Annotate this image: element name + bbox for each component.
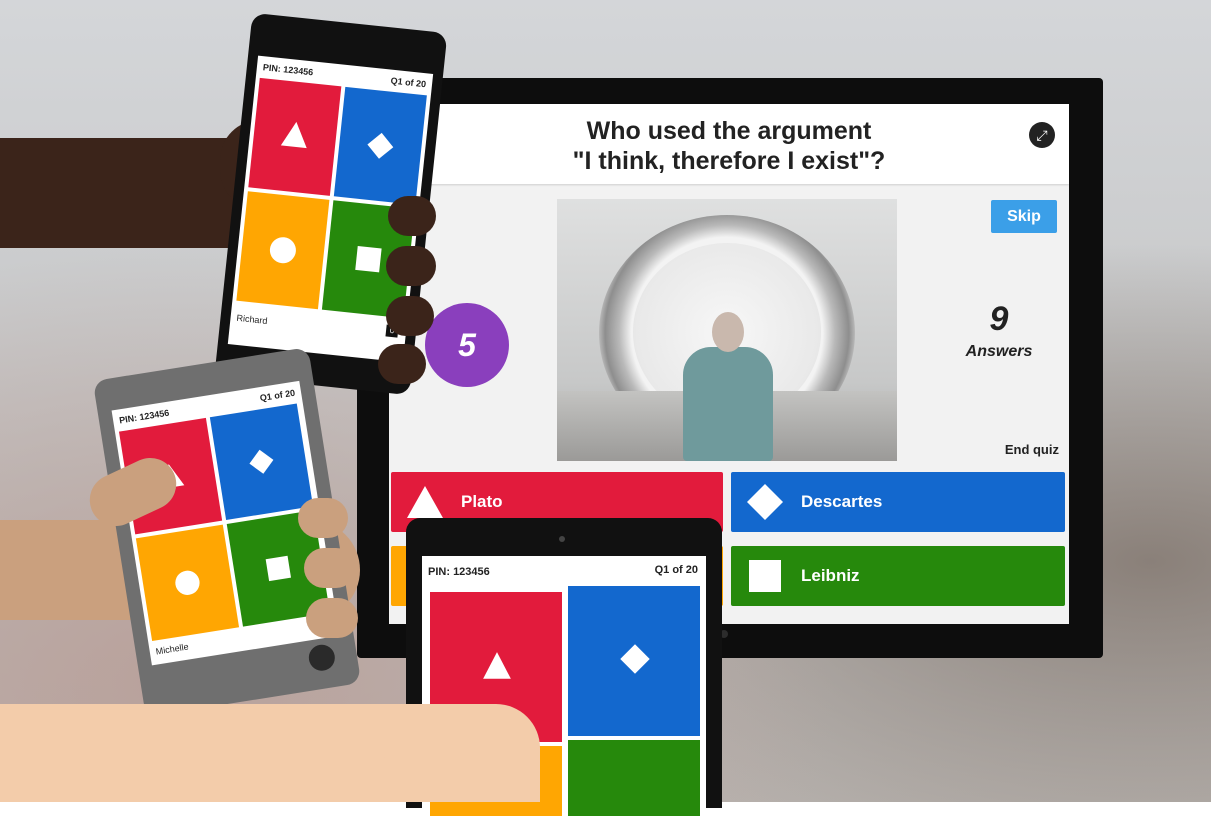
square-icon <box>749 560 781 592</box>
pin-value: 123456 <box>453 566 490 578</box>
answer-label: Descartes <box>801 492 883 511</box>
pin-label: PIN: 123456 <box>118 407 170 426</box>
diamond-icon <box>620 644 650 674</box>
question-progress: Q1 of 20 <box>390 75 427 90</box>
answer-label: Leibniz <box>801 566 860 585</box>
dark-finger <box>386 296 434 336</box>
pin-value: 123456 <box>138 407 170 423</box>
pin-label: PIN: 123456 <box>428 566 490 578</box>
pin-label: PIN: 123456 <box>262 62 314 78</box>
square-icon <box>355 246 382 273</box>
triangle-icon <box>483 652 511 679</box>
tile-diamond[interactable] <box>333 86 427 205</box>
tile-triangle[interactable] <box>248 77 342 196</box>
tablet-camera <box>559 536 565 542</box>
mid-finger <box>306 598 358 638</box>
home-button[interactable] <box>306 642 337 673</box>
dark-finger <box>378 344 426 384</box>
answer-label: Plato <box>461 492 503 511</box>
circle-icon <box>269 237 296 264</box>
end-quiz-button[interactable]: End quiz <box>989 442 1059 457</box>
skip-button[interactable]: Skip <box>991 200 1057 233</box>
question-total: of 20 <box>404 77 427 90</box>
mid-finger <box>298 498 348 538</box>
man-figure <box>683 347 773 461</box>
diamond-icon <box>367 132 394 159</box>
question-total: of 20 <box>672 564 698 576</box>
diamond-icon <box>249 449 274 474</box>
dark-finger <box>388 196 436 236</box>
player-name: Richard <box>236 312 268 326</box>
question-total: of 20 <box>273 387 296 401</box>
answer-count: 9 <box>989 300 1009 338</box>
triangle-icon <box>280 121 307 149</box>
diamond-icon <box>747 484 783 520</box>
light-finger <box>380 722 510 766</box>
question-image <box>557 199 897 461</box>
tile-square[interactable] <box>568 740 700 816</box>
tile-diamond[interactable] <box>209 403 314 520</box>
man-head <box>712 312 744 352</box>
square-icon <box>265 555 292 582</box>
fullscreen-icon[interactable]: ⤢ <box>1029 122 1055 148</box>
dark-finger <box>386 246 436 286</box>
timer-badge: 5 <box>425 303 509 387</box>
question-progress: Q1 of 20 <box>259 387 296 404</box>
tile-diamond[interactable] <box>568 586 700 736</box>
tile-circle[interactable] <box>236 191 330 310</box>
triangle-icon <box>407 486 443 518</box>
player-name: Michelle <box>155 641 190 657</box>
mid-finger <box>304 548 356 588</box>
tile-circle[interactable] <box>135 524 240 642</box>
answer-leibniz[interactable]: Leibniz <box>731 546 1065 606</box>
circle-icon <box>175 570 200 595</box>
answer-descartes[interactable]: Descartes <box>731 472 1065 532</box>
question-bar: Who used the argument "I think, therefor… <box>389 104 1069 184</box>
pin-value: 123456 <box>282 64 314 78</box>
question-text: Who used the argument "I think, therefor… <box>572 117 886 175</box>
question-progress: Q1 of 20 <box>654 564 698 576</box>
answer-count-label: Answers <box>965 343 1033 360</box>
